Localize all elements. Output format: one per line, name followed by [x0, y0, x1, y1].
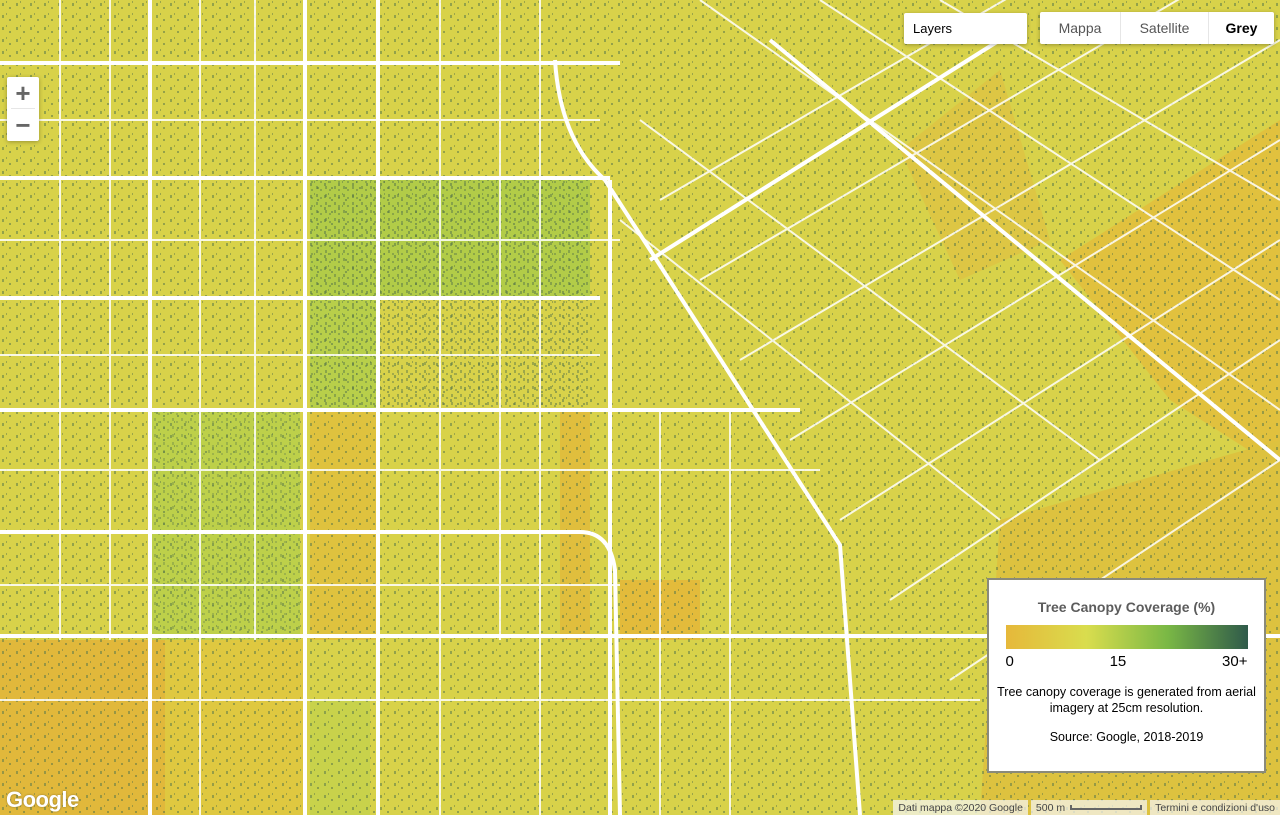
legend-tick-min: 0 — [1005, 653, 1014, 670]
terms-text: Termini e condizioni d'uso — [1155, 801, 1275, 814]
legend-ticks: 0 15 30+ — [1006, 653, 1248, 670]
map-type-satellite-button[interactable]: Satellite — [1121, 12, 1209, 44]
canopy-legend: Tree Canopy Coverage (%) 0 15 30+ Tree c… — [987, 578, 1266, 773]
map-type-grey-button[interactable]: Grey — [1209, 12, 1274, 44]
scale-control[interactable]: 500 m — [1030, 800, 1148, 815]
layers-label: Layers — [913, 21, 953, 36]
map-data-text: Dati mappa ©2020 Google — [898, 801, 1023, 814]
legend-gradient-bar — [1005, 625, 1248, 649]
attribution-bar: Dati mappa ©2020 Google 500 m Termini e … — [890, 800, 1280, 815]
map-data-attribution[interactable]: Dati mappa ©2020 Google — [893, 800, 1028, 815]
legend-title: Tree Canopy Coverage (%) — [1037, 599, 1216, 615]
layers-dropdown[interactable]: Layers — [904, 13, 1027, 44]
map-type-control: Mappa Satellite Grey — [1040, 12, 1274, 44]
google-logo[interactable]: Google — [6, 787, 79, 813]
map-type-mappa-button[interactable]: Mappa — [1040, 12, 1121, 44]
minus-icon: − — [15, 109, 31, 140]
legend-source: Source: Google, 2018-2019 — [1049, 730, 1204, 744]
legend-description: Tree canopy coverage is generated from a… — [997, 685, 1256, 715]
legend-tick-mid: 15 — [1109, 653, 1127, 670]
zoom-out-button[interactable]: − — [7, 109, 39, 140]
zoom-in-button[interactable]: + — [7, 77, 39, 108]
zoom-control: + − — [7, 77, 39, 141]
scale-label: 500 m — [1035, 801, 1066, 814]
scale-bar — [1070, 805, 1143, 810]
plus-icon: + — [15, 77, 31, 108]
terms-link[interactable]: Termini e condizioni d'uso — [1150, 800, 1280, 815]
legend-tick-max: 30+ — [1222, 653, 1248, 670]
